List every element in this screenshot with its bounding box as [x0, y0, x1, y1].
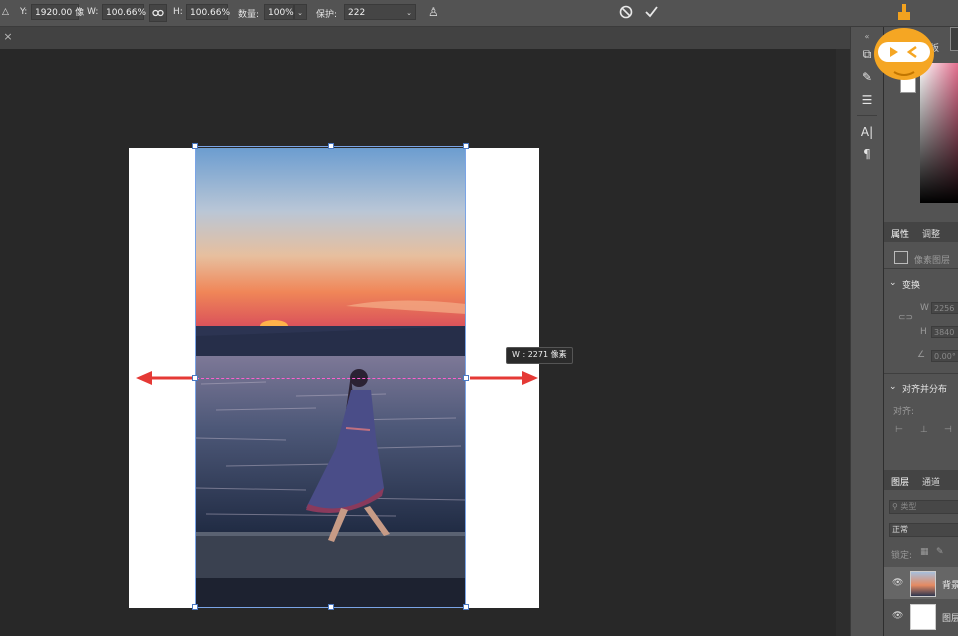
align-right-icon[interactable]: ⊣	[944, 425, 952, 435]
transform-bounding-box[interactable]	[195, 146, 466, 608]
protect-skin-icon[interactable]: ♙	[428, 5, 439, 19]
vertical-scrollbar[interactable]	[836, 49, 850, 636]
text-icon[interactable]: A|	[859, 124, 875, 140]
layer-thumbnail	[910, 604, 936, 630]
layer-name[interactable]: 图层	[942, 611, 958, 624]
transform-handle-right[interactable]	[463, 375, 469, 381]
angle-icon: ∠	[917, 350, 926, 360]
right-arrow-icon	[470, 371, 538, 385]
tab-channels[interactable]: 通道	[922, 475, 940, 488]
watermark-logo	[872, 0, 936, 86]
visibility-eye-icon[interactable]: 👁	[892, 611, 903, 621]
transform-handle-bottom-left[interactable]	[192, 604, 198, 610]
cancel-icon[interactable]	[619, 5, 635, 21]
align-label: 对齐:	[893, 407, 915, 417]
align-left-icon[interactable]: ⊢	[895, 425, 903, 435]
pixel-layer-icon	[894, 251, 908, 264]
protect-select[interactable]: 222 ⌄	[344, 4, 416, 20]
amount-label: 数量:	[238, 10, 260, 20]
chevron-down-icon: ⌄	[297, 9, 303, 17]
amount-dropdown[interactable]: ⌄	[294, 4, 307, 20]
transform-height-input[interactable]: 3840	[931, 326, 958, 338]
y-input[interactable]: 1920.00 像	[31, 4, 84, 20]
y-label: Y:	[20, 7, 28, 17]
chevron-down-icon[interactable]: ⌄	[889, 382, 897, 392]
blend-mode-select[interactable]: 正常	[889, 523, 958, 537]
h-label: H:	[173, 7, 183, 17]
divider	[857, 115, 877, 116]
lock-pixels-icon[interactable]: ▦	[920, 547, 929, 557]
lock-brush-icon[interactable]: ✎	[936, 547, 944, 557]
layer-row[interactable]: 👁 图层	[884, 600, 958, 632]
tab-adjustments[interactable]: 调整	[922, 227, 940, 240]
logo-mascot-icon	[874, 4, 934, 80]
reference-point-icon[interactable]: △	[2, 7, 9, 17]
layer-filter-search[interactable]: ⚲ 类型	[889, 500, 958, 514]
chevron-down-icon: ⌄	[406, 9, 412, 17]
protect-label: 保护:	[316, 10, 338, 20]
panel-tool-strip: « ⧉ ✎ ☰ A| ¶	[850, 27, 883, 636]
transform-handle-top[interactable]	[328, 143, 334, 149]
width-tooltip: W : 2271 像素	[506, 347, 573, 364]
sliders-icon[interactable]: ☰	[859, 92, 875, 108]
layer-thumbnail	[910, 571, 936, 597]
transform-width-input[interactable]: 2256	[931, 302, 958, 314]
left-arrow-icon	[136, 371, 192, 385]
align-header: 对齐并分布	[902, 385, 948, 395]
transform-header: 变换	[902, 281, 921, 291]
options-bar: △ Y: 1920.00 像 W: 100.66% H: 100.66% 数量:…	[0, 0, 958, 27]
tab-properties[interactable]: 属性	[891, 227, 909, 240]
paragraph-icon[interactable]: ¶	[859, 146, 875, 162]
lock-label: 锁定:	[891, 551, 913, 561]
transform-handle-top-right[interactable]	[463, 143, 469, 149]
amount-input[interactable]: 100%	[264, 4, 294, 20]
layer-row[interactable]: 👁 背景	[884, 567, 958, 599]
visibility-eye-icon[interactable]: 👁	[892, 578, 903, 588]
transform-handle-top-left[interactable]	[192, 143, 198, 149]
angle-input[interactable]: 0.00°	[931, 350, 958, 362]
divider	[884, 268, 958, 269]
chevron-down-icon[interactable]: ⌄	[889, 278, 897, 288]
close-icon[interactable]: ×	[2, 30, 14, 44]
height-input[interactable]: 100.66%	[186, 4, 230, 20]
divider	[884, 373, 958, 374]
checkmark-icon[interactable]	[644, 5, 660, 21]
layer-name[interactable]: 背景	[942, 578, 958, 591]
link-icon[interactable]: ⊂⊃	[898, 313, 913, 323]
pixel-layer-label: 像素图层	[914, 256, 951, 266]
transform-handle-bottom[interactable]	[328, 604, 334, 610]
w-label: W	[920, 303, 929, 313]
layer-filter-placeholder: 类型	[900, 502, 917, 511]
panel-menu-icon[interactable]	[950, 27, 958, 51]
document-tab-bar: ×	[0, 27, 850, 49]
transform-handle-bottom-right[interactable]	[463, 604, 469, 610]
tab-layers[interactable]: 图层	[891, 475, 909, 488]
h-label: H	[920, 327, 927, 337]
protect-value: 222	[348, 8, 366, 18]
link-icon[interactable]	[149, 4, 167, 22]
align-center-icon[interactable]: ⊥	[920, 425, 928, 435]
right-panels: 板 属性 调整 像素图层 ⌄ 变换 W 2256 ⊂⊃ H 3840 ∠ 0.0…	[883, 27, 958, 636]
w-label: W:	[87, 7, 99, 17]
width-input[interactable]: 100.66%	[102, 4, 146, 20]
